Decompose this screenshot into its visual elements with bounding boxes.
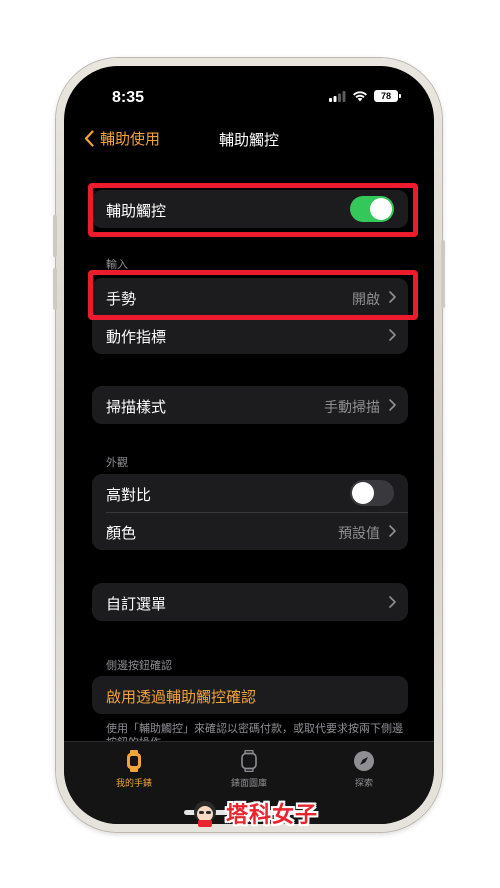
toggle-knob <box>352 482 374 504</box>
tab-label: 錶面圖庫 <box>230 779 267 789</box>
high-contrast-row: 高對比 <box>92 474 408 512</box>
watch-face-icon <box>241 750 257 772</box>
power-button <box>441 240 445 308</box>
compass-icon <box>354 751 374 771</box>
scan-style-group: 掃描樣式 手動掃描 <box>92 386 408 424</box>
chevron-right-icon <box>389 399 396 411</box>
color-value: 預設值 <box>338 526 380 542</box>
battery-icon: 78 <box>374 90 401 102</box>
wifi-icon <box>353 91 367 102</box>
mascot-icon <box>194 801 216 827</box>
volume-down-button <box>53 268 57 310</box>
watermark-logo: 塔科女子 <box>190 796 318 830</box>
chevron-right-icon <box>389 329 396 341</box>
custom-menu-row[interactable]: 自訂選單 <box>92 583 408 621</box>
navigation-bar: 輔助使用 輔助觸控 <box>64 126 434 154</box>
pointer-label: 動作指標 <box>106 328 167 346</box>
custom-menu-label: 自訂選單 <box>106 595 167 613</box>
highlight-box-assistive-touch <box>88 183 418 237</box>
tab-my-watch[interactable]: 我的手錶 <box>84 750 184 789</box>
chevron-right-icon <box>389 525 396 537</box>
pointer-row[interactable]: 動作指標 <box>92 316 408 354</box>
chevron-right-icon <box>389 596 396 608</box>
side-button-confirm-row[interactable]: 啟用透過輔助觸控確認 <box>92 676 408 714</box>
side-button-group: 啟用透過輔助觸控確認 <box>92 676 408 714</box>
volume-up-button <box>53 215 57 257</box>
status-time: 8:35 <box>112 89 145 106</box>
watch-icon <box>127 750 141 772</box>
tab-label: 我的手錶 <box>115 779 152 789</box>
page-title: 輔助觸控 <box>218 131 279 149</box>
scan-style-value: 手動掃描 <box>324 400 380 416</box>
watermark-text: 塔科女子 <box>226 803 319 828</box>
high-contrast-label: 高對比 <box>106 486 152 504</box>
phone-screen: 8:35 78 輔助使用 輔助觸控 輔助觸控 輸入 手勢 開啟 動作指標 掃描樣… <box>64 66 434 824</box>
custom-menu-group: 自訂選單 <box>92 583 408 621</box>
side-button-confirm-label: 啟用透過輔助觸控確認 <box>106 688 257 706</box>
tab-face-gallery[interactable]: 錶面圖庫 <box>199 750 299 789</box>
scan-style-label: 掃描樣式 <box>106 398 167 416</box>
appearance-section-header: 外觀 <box>106 456 128 469</box>
high-contrast-toggle[interactable] <box>350 480 394 506</box>
status-bar: 8:35 78 <box>64 88 434 110</box>
tab-discover[interactable]: 探索 <box>314 750 414 789</box>
appearance-group: 高對比 顏色 預設值 <box>92 474 408 550</box>
color-row[interactable]: 顏色 預設值 <box>92 512 408 550</box>
scan-style-row[interactable]: 掃描樣式 手動掃描 <box>92 386 408 424</box>
highlight-box-gestures <box>88 270 418 320</box>
tab-label: 探索 <box>354 779 373 789</box>
side-button-section-header: 側邊按鈕確認 <box>106 659 172 672</box>
signal-icon <box>329 90 346 102</box>
color-label: 顏色 <box>106 524 137 542</box>
